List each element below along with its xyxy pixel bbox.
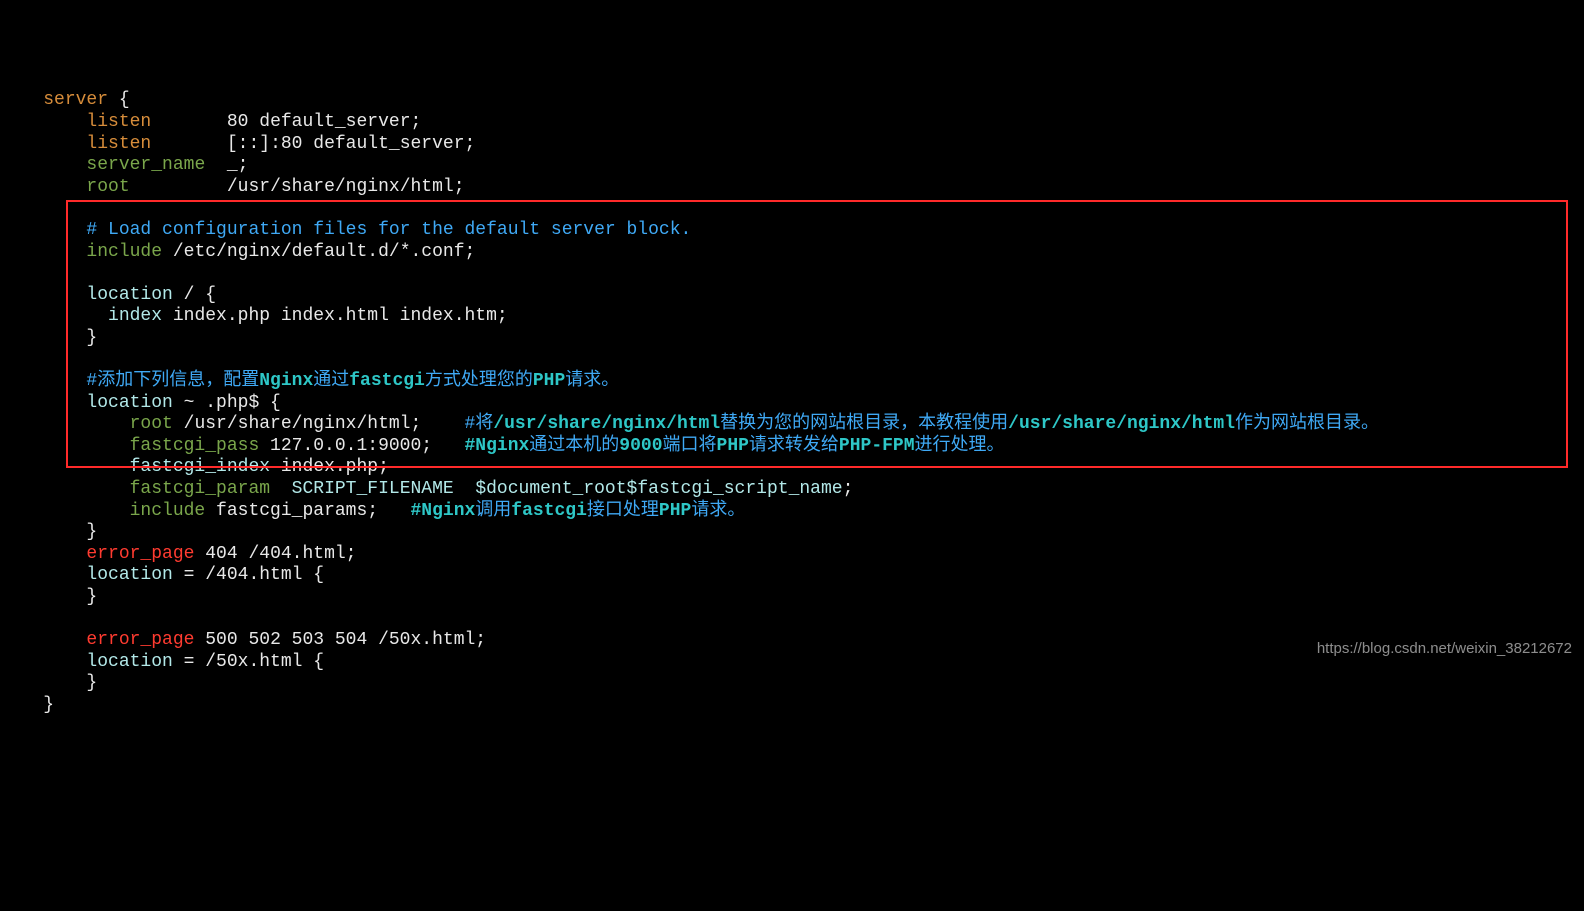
val: /usr/share/nginx/html;: [227, 177, 465, 197]
val: 500 502 503 504 /50x.html;: [194, 630, 486, 650]
comment-fastcgi: #Nginx调用fastcgi接口处理PHP请求。: [410, 501, 745, 521]
val: [::]:80 default_server;: [227, 134, 475, 154]
comment-root: #将/usr/share/nginx/html替换为您的网站根目录，本教程使用/…: [465, 414, 1380, 434]
kw-include: include: [130, 501, 206, 521]
val: _;: [227, 155, 249, 175]
kw-error-page: error_page: [86, 544, 194, 564]
kw-location: location: [86, 652, 172, 672]
rest: = /50x.html {: [173, 652, 324, 672]
val: 127.0.0.1:9000;: [259, 436, 432, 456]
val: index.php index.html index.htm;: [162, 306, 508, 326]
nginx-config-code: server { listen 80 default_server; liste…: [0, 86, 1584, 716]
kw-fastcgi-index: fastcgi_index: [130, 457, 270, 477]
comment-load: # Load configuration files for the defau…: [86, 220, 691, 240]
comment-9000: #Nginx通过本机的9000端口将PHP请求转发给PHP-FPM进行处理。: [464, 436, 1004, 456]
doc-root: $document_root$fastcgi_script_name: [475, 479, 842, 499]
brace: }: [86, 587, 97, 607]
kw-listen: listen: [86, 112, 151, 132]
brace: }: [86, 522, 97, 542]
rest: ~ .php$ {: [173, 393, 281, 413]
val: 404 /404.html;: [194, 544, 356, 564]
kw-include: include: [86, 242, 162, 262]
val: index.php;: [270, 457, 389, 477]
rest: / {: [173, 285, 216, 305]
kw-server-name: server_name: [86, 155, 205, 175]
val: /usr/share/nginx/html;: [173, 414, 421, 434]
kw-root: root: [130, 414, 173, 434]
watermark: https://blog.csdn.net/weixin_38212672: [1317, 640, 1572, 658]
kw-index: index: [108, 306, 162, 326]
kw-location: location: [86, 393, 172, 413]
kw-fastcgi-param: fastcgi_param: [130, 479, 270, 499]
kw-root: root: [86, 177, 129, 197]
comment-add: #添加下列信息，配置Nginx通过fastcgi方式处理您的PHP请求。: [86, 371, 619, 391]
kw-server: server: [43, 90, 108, 110]
rest: = /404.html {: [173, 565, 324, 585]
brace: }: [43, 695, 54, 715]
kw-fastcgi-pass: fastcgi_pass: [130, 436, 260, 456]
val: /etc/nginx/default.d/*.conf;: [173, 242, 475, 262]
kw-location: location: [86, 285, 172, 305]
val: 80 default_server;: [227, 112, 421, 132]
kw-listen: listen: [86, 134, 151, 154]
val: fastcgi_params;: [205, 501, 378, 521]
kw-error-page: error_page: [86, 630, 194, 650]
brace: }: [86, 328, 97, 348]
script-filename: SCRIPT_FILENAME: [292, 479, 454, 499]
kw-location: location: [86, 565, 172, 585]
brace: {: [108, 90, 130, 110]
brace: }: [86, 673, 97, 693]
